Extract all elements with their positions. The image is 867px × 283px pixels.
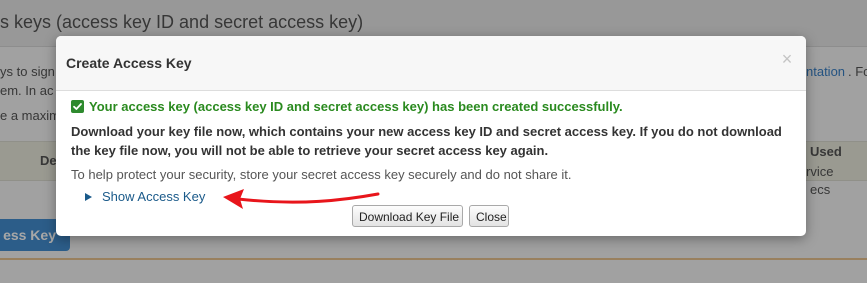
screen: s keys (access key ID and secret access … — [0, 0, 867, 283]
close-button[interactable]: Close — [469, 205, 509, 227]
create-access-key-dialog: Create Access Key × Your access key (acc… — [56, 36, 806, 236]
check-icon — [71, 100, 84, 113]
triangle-right-icon — [85, 192, 92, 201]
success-message-row: Your access key (access key ID and secre… — [71, 99, 623, 114]
security-help-text: To help protect your security, store you… — [71, 167, 572, 182]
show-access-key-toggle[interactable]: Show Access Key — [85, 189, 205, 204]
dialog-header: Create Access Key × — [56, 36, 806, 91]
close-icon[interactable]: × — [778, 50, 796, 68]
success-message: Your access key (access key ID and secre… — [89, 99, 623, 114]
download-key-file-button[interactable]: Download Key File — [352, 205, 463, 227]
dialog-title: Create Access Key — [66, 55, 192, 71]
download-warning: Download your key file now, which contai… — [71, 124, 782, 158]
show-access-key-label[interactable]: Show Access Key — [102, 189, 205, 204]
